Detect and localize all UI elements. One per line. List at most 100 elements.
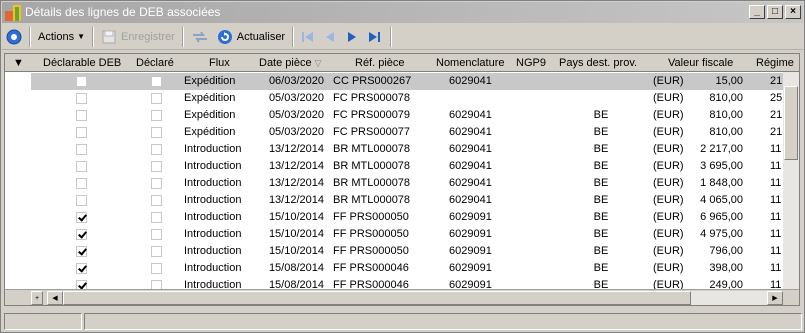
table-row[interactable]: Expédition 06/03/2020 CC PRS000267 6029041 (… bbox=[5, 73, 783, 90]
declare-checkbox[interactable] bbox=[151, 246, 162, 257]
header-nomenclature[interactable]: Nomenclature bbox=[436, 54, 504, 72]
cell-ref: BR MTL000078 bbox=[333, 194, 411, 206]
cell-devise: (EUR) bbox=[653, 177, 684, 189]
row-indicator[interactable] bbox=[5, 124, 31, 141]
options-button[interactable] bbox=[2, 26, 26, 48]
horizontal-scroll-thumb[interactable] bbox=[63, 291, 691, 305]
horizontal-scrollbar[interactable]: ◀ ▶ bbox=[47, 291, 783, 305]
header-ref-piece[interactable]: Réf. pièce bbox=[355, 54, 405, 72]
declarable-checkbox[interactable] bbox=[76, 161, 87, 172]
declarable-checkbox[interactable] bbox=[76, 229, 87, 240]
table-row[interactable]: Introduction 13/12/2014 BR MTL000078 602904… bbox=[5, 141, 783, 158]
actions-menu-button[interactable]: Actions ▼ bbox=[34, 26, 89, 48]
cell-ref: FC PRS000078 bbox=[333, 92, 411, 104]
declare-checkbox[interactable] bbox=[151, 76, 162, 87]
header-declare[interactable]: Déclaré bbox=[136, 54, 174, 72]
cell-nomenclature: 6029091 bbox=[449, 262, 492, 274]
toolbar-separator bbox=[29, 26, 31, 47]
row-indicator[interactable] bbox=[5, 226, 31, 243]
declarable-checkbox[interactable] bbox=[76, 178, 87, 189]
header-regime[interactable]: Régime bbox=[756, 54, 794, 72]
cell-ref: FF PRS000050 bbox=[333, 245, 409, 257]
row-indicator[interactable] bbox=[5, 260, 31, 277]
cell-date: 13/12/2014 bbox=[268, 177, 324, 189]
title-bar[interactable]: Détails des lignes de DEB associées _ □ … bbox=[2, 2, 803, 23]
sync-button[interactable] bbox=[187, 26, 213, 48]
declarable-checkbox[interactable] bbox=[76, 76, 87, 87]
declarable-checkbox[interactable] bbox=[76, 195, 87, 206]
row-indicator[interactable] bbox=[5, 141, 31, 158]
next-record-button[interactable] bbox=[341, 26, 363, 48]
declarable-checkbox[interactable] bbox=[76, 263, 87, 274]
last-record-button[interactable] bbox=[363, 26, 387, 48]
row-indicator[interactable] bbox=[5, 90, 31, 107]
header-declarable-deb[interactable]: Déclarable DEB bbox=[43, 54, 121, 72]
cell-nomenclature: 6029091 bbox=[449, 245, 492, 257]
declarable-checkbox[interactable] bbox=[76, 93, 87, 104]
row-indicator[interactable] bbox=[5, 73, 31, 90]
declarable-checkbox[interactable] bbox=[76, 127, 87, 138]
table-row[interactable]: Introduction 15/08/2014 FF PRS000046 602909… bbox=[5, 260, 783, 277]
column-chooser-icon[interactable]: ▼ bbox=[13, 54, 24, 72]
declarable-checkbox[interactable] bbox=[76, 212, 87, 223]
declare-checkbox[interactable] bbox=[151, 144, 162, 155]
cell-ref: FF PRS000046 bbox=[333, 262, 409, 274]
cell-date: 05/03/2020 bbox=[268, 92, 324, 104]
declare-checkbox[interactable] bbox=[151, 212, 162, 223]
status-panel bbox=[84, 313, 802, 330]
cell-devise: (EUR) bbox=[653, 75, 684, 87]
cell-ref: BR MTL000078 bbox=[333, 160, 411, 172]
table-row[interactable]: Expédition 05/03/2020 FC PRS000079 6029041 B… bbox=[5, 107, 783, 124]
row-indicator[interactable] bbox=[5, 243, 31, 260]
sync-arrows-icon bbox=[192, 30, 207, 43]
row-indicator[interactable] bbox=[5, 175, 31, 192]
vertical-scrollbar[interactable] bbox=[783, 72, 799, 289]
table-row[interactable]: Expédition 05/03/2020 FC PRS000078 (EUR) 810… bbox=[5, 90, 783, 107]
row-indicator[interactable] bbox=[5, 192, 31, 209]
declarable-checkbox[interactable] bbox=[76, 110, 87, 121]
table-row[interactable]: Introduction 15/10/2014 FF PRS000050 602909… bbox=[5, 243, 783, 260]
cell-date: 13/12/2014 bbox=[268, 160, 324, 172]
scroll-right-icon[interactable]: ▶ bbox=[767, 291, 783, 305]
row-indicator[interactable] bbox=[5, 107, 31, 124]
row-indicator[interactable] bbox=[5, 158, 31, 175]
vertical-scroll-thumb[interactable] bbox=[784, 86, 798, 160]
header-ngp9[interactable]: NGP9 bbox=[516, 54, 546, 72]
declare-checkbox[interactable] bbox=[151, 178, 162, 189]
declare-checkbox[interactable] bbox=[151, 93, 162, 104]
previous-record-button[interactable] bbox=[319, 26, 341, 48]
declare-checkbox[interactable] bbox=[151, 195, 162, 206]
declarable-checkbox[interactable] bbox=[76, 144, 87, 155]
declare-checkbox[interactable] bbox=[151, 263, 162, 274]
table-row[interactable]: Introduction 13/12/2014 BR MTL000078 602904… bbox=[5, 158, 783, 175]
table-row[interactable]: Introduction 15/10/2014 FF PRS000050 602909… bbox=[5, 226, 783, 243]
save-button[interactable]: Enregistrer bbox=[97, 26, 179, 48]
table-row[interactable]: Expédition 05/03/2020 FC PRS000077 6029041 B… bbox=[5, 124, 783, 141]
cell-date: 15/10/2014 bbox=[268, 245, 324, 257]
cell-flux: Introduction bbox=[184, 211, 242, 223]
row-indicator[interactable] bbox=[5, 209, 31, 226]
declare-checkbox[interactable] bbox=[151, 127, 162, 138]
header-valeur-fiscale[interactable]: Valeur fiscale bbox=[668, 54, 733, 72]
first-record-button[interactable] bbox=[297, 26, 319, 48]
table-row[interactable]: Introduction 13/12/2014 BR MTL000078 602904… bbox=[5, 192, 783, 209]
declare-checkbox[interactable] bbox=[151, 110, 162, 121]
header-date-piece[interactable]: Date pièce ▽ bbox=[259, 54, 322, 72]
refresh-button[interactable]: Actualiser bbox=[213, 26, 289, 48]
cell-ref: FC PRS000079 bbox=[333, 109, 411, 121]
cell-valeur: 6 965,00 bbox=[700, 211, 743, 223]
declare-checkbox[interactable] bbox=[151, 161, 162, 172]
header-flux[interactable]: Flux bbox=[209, 54, 230, 72]
declarable-checkbox[interactable] bbox=[76, 246, 87, 257]
header-pays-dest-prov[interactable]: Pays dest. prov. bbox=[559, 54, 637, 72]
maximize-button[interactable]: □ bbox=[767, 5, 783, 19]
scroll-left-icon[interactable]: ◀ bbox=[47, 291, 63, 305]
cell-date: 15/10/2014 bbox=[268, 211, 324, 223]
add-row-button[interactable]: + bbox=[31, 291, 43, 305]
declare-checkbox[interactable] bbox=[151, 229, 162, 240]
minimize-button[interactable]: _ bbox=[749, 5, 765, 19]
table-row[interactable]: Introduction 13/12/2014 BR MTL000078 602904… bbox=[5, 175, 783, 192]
close-button[interactable]: × bbox=[785, 5, 801, 19]
table-row[interactable]: Introduction 15/10/2014 FF PRS000050 602909… bbox=[5, 209, 783, 226]
cell-regime: 11 bbox=[770, 262, 782, 274]
